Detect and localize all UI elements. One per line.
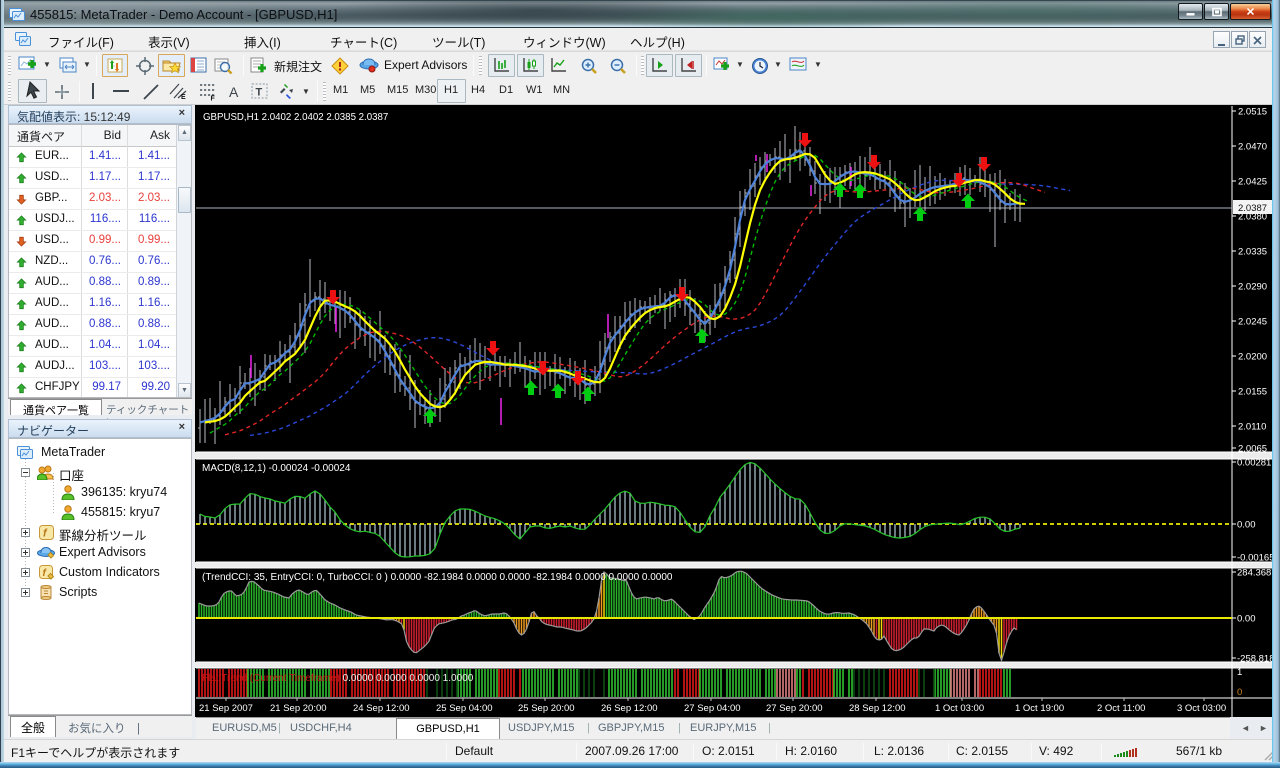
- svg-text:27 Sep 04:00: 27 Sep 04:00: [684, 703, 741, 714]
- svg-text:27 Sep 20:00: 27 Sep 20:00: [766, 703, 823, 714]
- svg-text:2.0245: 2.0245: [1238, 317, 1267, 328]
- svg-text:2.0387: 2.0387: [1238, 203, 1267, 214]
- svg-text:2.0155: 2.0155: [1238, 387, 1267, 398]
- svg-text:25 Sep 20:00: 25 Sep 20:00: [518, 703, 575, 714]
- svg-text:3 Oct 03:00: 3 Oct 03:00: [1177, 703, 1226, 714]
- svg-text:0.00: 0.00: [1237, 520, 1256, 531]
- svg-text:28 Sep 12:00: 28 Sep 12:00: [849, 703, 906, 714]
- svg-text:284.3687: 284.3687: [1237, 568, 1277, 579]
- svg-text:2.0200: 2.0200: [1238, 352, 1267, 363]
- svg-text:2.0290: 2.0290: [1238, 282, 1267, 293]
- svg-text:21 Sep 2007: 21 Sep 2007: [199, 703, 253, 714]
- svg-text:26 Sep 12:00: 26 Sep 12:00: [601, 703, 658, 714]
- svg-text:21 Sep 20:00: 21 Sep 20:00: [270, 703, 327, 714]
- svg-text:1 Oct 03:00: 1 Oct 03:00: [935, 703, 984, 714]
- svg-text:2.0515: 2.0515: [1238, 107, 1267, 118]
- svg-text:(TrendCCI: 35, EntryCCI: 0, Tu: (TrendCCI: 35, EntryCCI: 0, TurboCCI: 0 …: [202, 572, 673, 583]
- svg-text:2.0110: 2.0110: [1238, 422, 1266, 433]
- svg-text:1: 1: [1237, 667, 1242, 678]
- svg-text:E: E: [181, 94, 186, 101]
- svg-text:24 Sep 12:00: 24 Sep 12:00: [353, 703, 410, 714]
- svg-text:0.00281: 0.00281: [1237, 458, 1271, 469]
- svg-text:MACD(8,12,1) -0.00024 -0.00024: MACD(8,12,1) -0.00024 -0.00024: [202, 463, 351, 474]
- svg-text:25 Sep 04:00: 25 Sep 04:00: [436, 703, 493, 714]
- svg-text:2 Oct 11:00: 2 Oct 11:00: [1097, 703, 1145, 714]
- svg-text:0.00: 0.00: [1237, 614, 1256, 625]
- svg-text:T: T: [256, 87, 263, 99]
- svg-text:F: F: [211, 96, 216, 102]
- svg-text:-0.00165: -0.00165: [1237, 553, 1275, 564]
- svg-text:2.0065: 2.0065: [1238, 444, 1267, 455]
- svg-text:2.0470: 2.0470: [1238, 142, 1267, 153]
- svg-text:Flat Trend (Current Timeframe): Flat Trend (Current Timeframe) 0.0000 0.…: [202, 673, 474, 684]
- svg-text:2.0335: 2.0335: [1238, 247, 1267, 258]
- svg-text:0: 0: [1237, 687, 1242, 698]
- svg-text:1 Oct 19:00: 1 Oct 19:00: [1015, 703, 1064, 714]
- svg-text:GBPUSD,H1 2.0402 2.0402 2.038: GBPUSD,H1 2.0402 2.0402 2.0385 2.0387: [203, 112, 388, 123]
- svg-text:2.0425: 2.0425: [1238, 177, 1267, 188]
